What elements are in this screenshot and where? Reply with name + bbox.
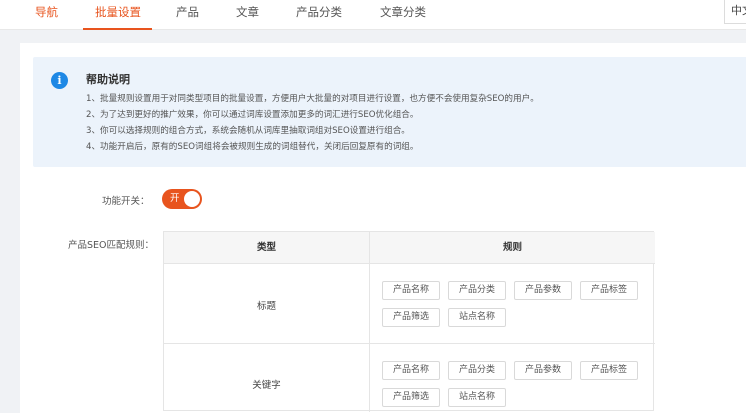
feature-toggle[interactable]: 开 (162, 189, 202, 209)
help-line: 1、批量规则设置用于对同类型项目的批量设置，方便用户大批量的对项目进行设置，也方… (86, 94, 539, 104)
active-tab-indicator (83, 28, 152, 30)
language-select[interactable]: 中文 (724, 0, 746, 24)
toggle-knob (184, 191, 200, 207)
column-header-type: 类型 (164, 232, 369, 264)
row-divider (164, 343, 655, 344)
help-title: 帮助说明 (86, 73, 130, 86)
rule-tag[interactable]: 产品参数 (514, 361, 572, 380)
column-divider (369, 232, 370, 412)
rule-tag[interactable]: 站点名称 (448, 308, 506, 327)
tab-nav[interactable]: 导航 (35, 0, 58, 30)
rule-tag[interactable]: 产品标签 (580, 281, 638, 300)
help-line: 2、为了达到更好的推广效果，你可以通过词库设置添加更多的词汇进行SEO优化组合。 (86, 110, 419, 120)
tab-articles[interactable]: 文章 (236, 0, 259, 30)
rule-tag[interactable]: 站点名称 (448, 388, 506, 407)
feature-switch-label: 功能开关： (102, 196, 150, 207)
toggle-state-text: 开 (170, 193, 180, 204)
rule-tag[interactable]: 产品分类 (448, 281, 506, 300)
help-line: 3、你可以选择规则的组合方式，系统会随机从词库里抽取词组对SEO设置进行组合。 (86, 126, 410, 136)
top-nav-bar: 导航 批量设置 产品 文章 产品分类 文章分类 中文 (0, 0, 746, 30)
info-icon: i (51, 72, 68, 89)
seo-rules-table: 类型 规则 标题 产品名称 产品分类 产品参数 产品标签 产品筛选 站点名称 关… (163, 231, 655, 412)
rule-tag[interactable]: 产品筛选 (382, 308, 440, 327)
column-header-rule: 规则 (370, 232, 655, 264)
row-type-keywords: 关键字 (252, 380, 281, 391)
rule-tag[interactable]: 产品名称 (382, 281, 440, 300)
tab-article-categories[interactable]: 文章分类 (380, 0, 426, 30)
row-type-title: 标题 (256, 301, 276, 312)
seo-rules-label: 产品SEO匹配规则： (68, 240, 155, 251)
rule-tag[interactable]: 产品标签 (580, 361, 638, 380)
tab-products[interactable]: 产品 (176, 0, 199, 30)
rule-tag[interactable]: 产品名称 (382, 361, 440, 380)
tab-product-categories[interactable]: 产品分类 (296, 0, 342, 30)
tab-batch-settings[interactable]: 批量设置 (95, 0, 141, 30)
help-line: 4、功能开启后，原有的SEO词组将会被规则生成的词组替代，关闭后回复原有的词组。 (86, 142, 419, 152)
rule-tag[interactable]: 产品筛选 (382, 388, 440, 407)
rule-tag[interactable]: 产品参数 (514, 281, 572, 300)
rule-tag[interactable]: 产品分类 (448, 361, 506, 380)
